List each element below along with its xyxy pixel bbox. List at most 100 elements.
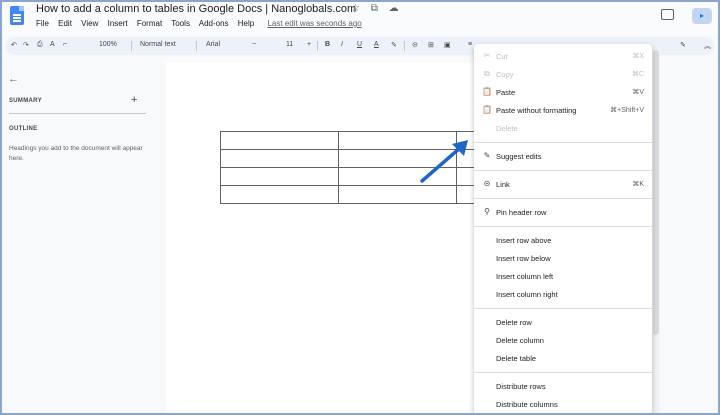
menu-item-suggest-edits[interactable]: ✎ Suggest edits xyxy=(474,150,652,164)
underline-button[interactable]: U xyxy=(357,41,362,48)
menu-separator xyxy=(474,308,652,309)
menu-item-label: Delete table xyxy=(496,354,537,363)
menu-item-distribute-columns[interactable]: Distribute columns xyxy=(474,398,652,412)
paste-icon: 📋 xyxy=(482,87,492,96)
menu-item-paste[interactable]: 📋 Paste ⌘V xyxy=(474,86,652,100)
add-summary-icon[interactable]: + xyxy=(131,94,137,106)
menu-item-cut[interactable]: ✂ Cut ⌘X xyxy=(474,50,652,64)
menu-item-link[interactable]: ⊝ Link ⌘K xyxy=(474,178,652,192)
paste-plain-icon: 📋 xyxy=(482,105,492,114)
menu-item-shortcut: ⌘X xyxy=(632,53,644,60)
menu-item-insert-row-below[interactable]: Insert row below xyxy=(474,252,652,266)
menu-addons[interactable]: Add-ons xyxy=(199,19,229,28)
menu-item-label: Distribute rows xyxy=(496,382,546,391)
table-cell[interactable] xyxy=(220,185,339,204)
menu-file[interactable]: File xyxy=(36,19,49,28)
menu-separator xyxy=(474,142,652,143)
meet-button[interactable]: ▸ xyxy=(692,8,712,24)
document-title[interactable]: How to add a column to tables in Google … xyxy=(36,3,356,15)
summary-label: SUMMARY xyxy=(9,98,42,104)
menu-item-distribute-rows[interactable]: Distribute rows xyxy=(474,380,652,394)
collapse-toolbar-icon[interactable]: ︽ xyxy=(704,41,711,51)
star-move-cloud-icons[interactable]: ☆ ⧉ ☁ xyxy=(351,3,403,14)
menu-help[interactable]: Help xyxy=(238,19,254,28)
menu-item-label: Copy xyxy=(496,70,514,79)
print-icon[interactable]: ⎙ xyxy=(37,41,43,49)
table-cell[interactable] xyxy=(220,149,339,168)
menu-item-insert-column-right[interactable]: Insert column right xyxy=(474,288,652,302)
menu-view[interactable]: View xyxy=(81,19,98,28)
scrollbar-thumb[interactable] xyxy=(653,50,659,335)
menu-format[interactable]: Format xyxy=(137,19,162,28)
menu-item-label: Insert column right xyxy=(496,290,558,299)
menu-item-delete-table[interactable]: Delete table xyxy=(474,352,652,366)
italic-button[interactable]: I xyxy=(341,41,343,48)
menu-item-label: Link xyxy=(496,180,510,189)
menu-insert[interactable]: Insert xyxy=(108,19,128,28)
font-size-increase[interactable]: + xyxy=(307,41,311,48)
menu-item-label: Insert row below xyxy=(496,254,551,263)
outline-sidebar: ← SUMMARY + OUTLINE Headings you add to … xyxy=(0,62,160,415)
menu-separator xyxy=(474,170,652,171)
menu-item-delete-column[interactable]: Delete column xyxy=(474,334,652,348)
menu-item-copy[interactable]: ⧉ Copy ⌘C xyxy=(474,68,652,82)
font-size-decrease[interactable]: − xyxy=(252,41,256,48)
docs-logo-icon[interactable] xyxy=(10,6,24,25)
back-arrow-icon[interactable]: ← xyxy=(8,73,19,85)
menu-item-label: Insert row above xyxy=(496,236,552,245)
paint-format-icon[interactable]: ⌐ xyxy=(63,41,67,48)
style-select[interactable]: Normal text xyxy=(140,41,176,48)
menu-item-label: Delete row xyxy=(496,318,532,327)
table-cell[interactable] xyxy=(220,167,339,186)
menu-bar: File Edit View Insert Format Tools Add-o… xyxy=(36,19,369,28)
outline-placeholder: Headings you add to the document will ap… xyxy=(9,145,143,162)
menu-item-shortcut: ⌘K xyxy=(632,181,644,188)
copy-icon: ⧉ xyxy=(484,69,490,78)
context-menu: ✂ Cut ⌘X ⧉ Copy ⌘C 📋 Paste ⌘V 📋 Paste wi… xyxy=(474,44,652,415)
menu-separator xyxy=(474,198,652,199)
menu-item-label: Distribute columns xyxy=(496,400,558,409)
menu-item-label: Insert column left xyxy=(496,272,554,281)
align-icon[interactable]: ≡ xyxy=(468,41,472,48)
zoom-select[interactable]: 100% xyxy=(99,41,117,48)
menu-item-delete[interactable]: Delete xyxy=(474,122,652,136)
spellcheck-icon[interactable]: A xyxy=(50,41,55,48)
pointer-arrow-icon xyxy=(420,140,468,183)
font-size-input[interactable]: 11 xyxy=(286,41,293,48)
menu-item-paste-without-formatting[interactable]: 📋 Paste without formatting ⌘+Shift+V xyxy=(474,104,652,118)
menu-item-delete-row[interactable]: Delete row xyxy=(474,316,652,330)
link-icon: ⊝ xyxy=(483,179,491,188)
sidebar-divider xyxy=(9,113,146,114)
undo-icon[interactable]: ↶ xyxy=(11,41,17,49)
image-icon[interactable]: ▣ xyxy=(444,41,451,49)
app-header: How to add a column to tables in Google … xyxy=(0,0,720,36)
suggest-edits-icon: ✎ xyxy=(483,151,491,160)
font-select[interactable]: Arial xyxy=(206,41,220,48)
link-icon[interactable]: ⊝ xyxy=(412,41,418,49)
outline-label: OUTLINE xyxy=(9,126,38,132)
text-color-button[interactable]: A xyxy=(374,41,379,48)
comment-icon[interactable]: ⊞ xyxy=(428,41,434,49)
menu-tools[interactable]: Tools xyxy=(171,19,190,28)
menu-edit[interactable]: Edit xyxy=(58,19,72,28)
table-cell[interactable] xyxy=(338,185,457,204)
highlight-icon[interactable]: ✎ xyxy=(391,41,397,49)
menu-item-insert-column-left[interactable]: Insert column left xyxy=(474,270,652,284)
pin-icon: ⚲ xyxy=(484,207,490,216)
menu-item-label: Suggest edits xyxy=(496,152,542,161)
redo-icon[interactable]: ↷ xyxy=(23,41,29,49)
menu-separator xyxy=(474,372,652,373)
cut-icon: ✂ xyxy=(483,51,491,60)
bold-button[interactable]: B xyxy=(325,41,330,48)
editing-mode-icon[interactable]: ✎ xyxy=(680,41,686,49)
table-cell[interactable] xyxy=(220,131,339,150)
menu-item-insert-row-above[interactable]: Insert row above xyxy=(474,234,652,248)
menu-item-label: Paste without formatting xyxy=(496,106,577,115)
menu-separator xyxy=(474,226,652,227)
last-edit-link[interactable]: Last edit was seconds ago xyxy=(267,19,361,28)
menu-item-pin-header-row[interactable]: ⚲ Pin header row xyxy=(474,206,652,220)
menu-item-label: Cut xyxy=(496,52,508,61)
comments-icon[interactable] xyxy=(661,9,674,20)
menu-item-label: Pin header row xyxy=(496,208,547,217)
menu-item-label: Delete xyxy=(496,124,518,133)
